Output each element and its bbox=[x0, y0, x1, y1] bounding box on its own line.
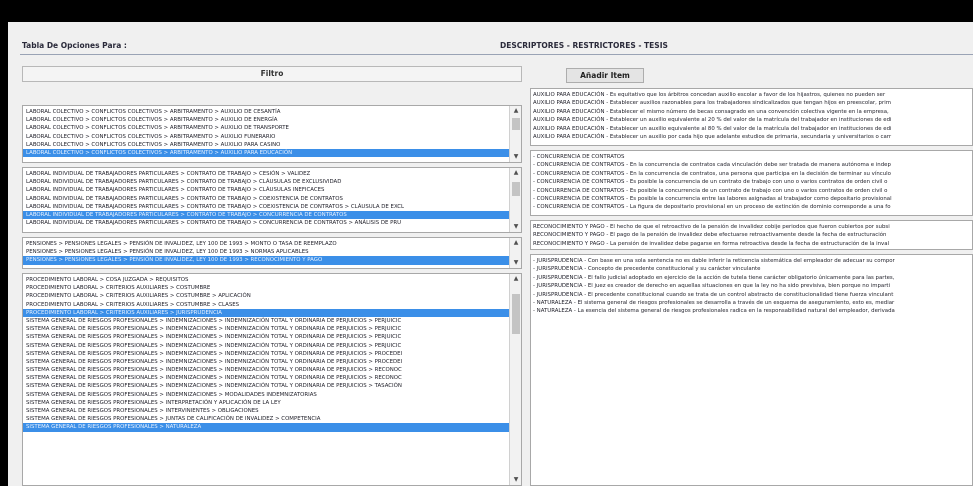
listbox-rows: AUXILIO PARA EDUCACIÓN - Es equitativo q… bbox=[533, 91, 972, 141]
filter-list-item[interactable]: PENSIONES > PENSIONES LEGALES > PENSIÓN … bbox=[23, 240, 509, 248]
descriptor-list-item[interactable]: - CONCURRENCIA DE CONTRATOS - La figura … bbox=[533, 203, 972, 211]
descriptor-list-item[interactable]: - CONCURRENCIA DE CONTRATOS bbox=[533, 153, 972, 161]
filter-list-item[interactable]: LABORAL COLECTIVO > CONFLICTOS COLECTIVO… bbox=[23, 108, 509, 116]
vertical-scrollbar[interactable]: ▲ ▼ bbox=[509, 106, 521, 162]
filter-list-item[interactable]: PROCEDIMIENTO LABORAL > COSA JUZGADA > R… bbox=[23, 276, 509, 284]
vertical-scrollbar[interactable]: ▲ ▼ bbox=[509, 238, 521, 268]
filter-list-item[interactable]: PROCEDIMIENTO LABORAL > CRITERIOS AUXILI… bbox=[23, 292, 509, 300]
descriptor-list-item[interactable]: - CONCURRENCIA DE CONTRATOS - Es posible… bbox=[533, 178, 972, 186]
filter-list-item[interactable]: LABORAL INDIVIDUAL DE TRABAJADORES PARTI… bbox=[23, 219, 509, 227]
scroll-thumb[interactable] bbox=[512, 294, 520, 334]
scroll-down-icon[interactable]: ▼ bbox=[510, 258, 521, 268]
scroll-down-icon[interactable]: ▼ bbox=[510, 222, 521, 232]
filter-list-item[interactable]: LABORAL COLECTIVO > CONFLICTOS COLECTIVO… bbox=[23, 141, 509, 149]
descriptor-list-item[interactable]: AUXILIO PARA EDUCACIÓN - Establecer un a… bbox=[533, 116, 972, 124]
descriptor-list-item[interactable]: RECONOCIMIENTO Y PAGO - La pensión de in… bbox=[533, 240, 972, 248]
descriptor-list-item[interactable]: - JURISPRUDENCIA - El precedente constit… bbox=[533, 291, 972, 299]
panel-gutter bbox=[522, 66, 530, 486]
scroll-up-icon[interactable]: ▲ bbox=[510, 274, 521, 284]
filter-list-item[interactable]: LABORAL INDIVIDUAL DE TRABAJADORES PARTI… bbox=[23, 178, 509, 186]
descriptors-title: DESCRIPTORES - RESTRICTORES - TESIS bbox=[500, 41, 668, 50]
scroll-thumb[interactable] bbox=[512, 118, 520, 130]
filter-list-item[interactable]: PROCEDIMIENTO LABORAL > CRITERIOS AUXILI… bbox=[23, 284, 509, 292]
filter-list-item[interactable]: SISTEMA GENERAL DE RIESGOS PROFESIONALES… bbox=[23, 382, 509, 390]
filter-list-item[interactable]: LABORAL INDIVIDUAL DE TRABAJADORES PARTI… bbox=[23, 210, 509, 220]
descriptor-listbox-jurisprudencia[interactable]: - JURISPRUDENCIA - Con base en una sola … bbox=[530, 254, 973, 486]
scroll-up-icon[interactable]: ▲ bbox=[510, 106, 521, 116]
descriptor-list-item[interactable]: - JURISPRUDENCIA - Concepto de precedent… bbox=[533, 265, 972, 273]
descriptors-panel: Añadir Item AUXILIO PARA EDUCACIÓN - Es … bbox=[530, 66, 973, 486]
descriptor-list-item[interactable]: AUXILIO PARA EDUCACIÓN - Es equitativo q… bbox=[533, 91, 972, 99]
scroll-down-icon[interactable]: ▼ bbox=[510, 475, 521, 485]
descriptor-list-item[interactable]: - NATURALEZA - El sistema general de rie… bbox=[533, 299, 972, 307]
vertical-scrollbar[interactable]: ▲ ▼ bbox=[509, 274, 521, 485]
filter-list-item[interactable]: PROCEDIMIENTO LABORAL > CRITERIOS AUXILI… bbox=[23, 308, 509, 317]
scroll-up-icon[interactable]: ▲ bbox=[510, 168, 521, 178]
filter-list-item[interactable]: LABORAL INDIVIDUAL DE TRABAJADORES PARTI… bbox=[23, 186, 509, 194]
filter-listbox-pensiones[interactable]: PENSIONES > PENSIONES LEGALES > PENSIÓN … bbox=[22, 237, 522, 269]
filter-heading: Filtro bbox=[22, 66, 522, 82]
descriptor-list-item[interactable]: - CONCURRENCIA DE CONTRATOS - Es posible… bbox=[533, 187, 972, 195]
descriptor-list-item[interactable]: - NATURALEZA - La esencia del sistema ge… bbox=[533, 307, 972, 315]
header-bar: Tabla De Opciones Para : DESCRIPTORES - … bbox=[8, 36, 973, 52]
filter-panel: Filtro LABORAL COLECTIVO > CONFLICTOS CO… bbox=[22, 66, 522, 486]
listbox-rows: LABORAL INDIVIDUAL DE TRABAJADORES PARTI… bbox=[23, 170, 509, 227]
filter-list-item[interactable]: LABORAL COLECTIVO > CONFLICTOS COLECTIVO… bbox=[23, 148, 509, 158]
descriptor-listbox-reconocimiento[interactable]: RECONOCIMIENTO Y PAGO - El hecho de que … bbox=[530, 220, 973, 250]
scroll-thumb[interactable] bbox=[512, 182, 520, 196]
scroll-down-icon[interactable]: ▼ bbox=[510, 152, 521, 162]
filter-list-item[interactable]: LABORAL COLECTIVO > CONFLICTOS COLECTIVO… bbox=[23, 124, 509, 132]
descriptor-list-item[interactable]: - JURISPRUDENCIA - Con base en una sola … bbox=[533, 257, 972, 265]
descriptor-list-item[interactable]: - JURISPRUDENCIA - El juez es creador de… bbox=[533, 282, 972, 290]
filter-list-item[interactable]: SISTEMA GENERAL DE RIESGOS PROFESIONALES… bbox=[23, 358, 509, 366]
vertical-scrollbar[interactable]: ▲ ▼ bbox=[509, 168, 521, 232]
filter-list-item[interactable]: LABORAL COLECTIVO > CONFLICTOS COLECTIVO… bbox=[23, 116, 509, 124]
listbox-rows: - JURISPRUDENCIA - Con base en una sola … bbox=[533, 257, 972, 316]
descriptor-list-item[interactable]: RECONOCIMIENTO Y PAGO - El hecho de que … bbox=[533, 223, 972, 231]
filter-list-item[interactable]: LABORAL INDIVIDUAL DE TRABAJADORES PARTI… bbox=[23, 195, 509, 203]
table-options-title: Tabla De Opciones Para : bbox=[22, 41, 127, 50]
header-divider bbox=[20, 54, 973, 55]
filter-list-item[interactable]: LABORAL COLECTIVO > CONFLICTOS COLECTIVO… bbox=[23, 133, 509, 141]
add-item-button[interactable]: Añadir Item bbox=[566, 68, 644, 83]
filter-list-item[interactable]: SISTEMA GENERAL DE RIESGOS PROFESIONALES… bbox=[23, 366, 509, 374]
listbox-rows: PENSIONES > PENSIONES LEGALES > PENSIÓN … bbox=[23, 240, 509, 265]
filter-list-item[interactable]: SISTEMA GENERAL DE RIESGOS PROFESIONALES… bbox=[23, 423, 509, 432]
descriptor-list-item[interactable]: - CONCURRENCIA DE CONTRATOS - En la conc… bbox=[533, 161, 972, 169]
listbox-rows: LABORAL COLECTIVO > CONFLICTOS COLECTIVO… bbox=[23, 108, 509, 158]
listbox-rows: RECONOCIMIENTO Y PAGO - El hecho de que … bbox=[533, 223, 972, 248]
descriptor-listbox-auxilio[interactable]: AUXILIO PARA EDUCACIÓN - Es equitativo q… bbox=[530, 88, 973, 146]
descriptor-list-item[interactable]: RECONOCIMIENTO Y PAGO - El pago de la pe… bbox=[533, 231, 972, 239]
listbox-rows: PROCEDIMIENTO LABORAL > COSA JUZGADA > R… bbox=[23, 276, 509, 432]
filter-list-item[interactable]: SISTEMA GENERAL DE RIESGOS PROFESIONALES… bbox=[23, 342, 509, 350]
filter-list-item[interactable]: LABORAL INDIVIDUAL DE TRABAJADORES PARTI… bbox=[23, 203, 509, 211]
listbox-rows: - CONCURRENCIA DE CONTRATOS - CONCURRENCI… bbox=[533, 153, 972, 212]
filter-list-item[interactable]: PROCEDIMIENTO LABORAL > CRITERIOS AUXILI… bbox=[23, 301, 509, 309]
filter-listbox-laboral-individual[interactable]: LABORAL INDIVIDUAL DE TRABAJADORES PARTI… bbox=[22, 167, 522, 233]
filter-list-item[interactable]: SISTEMA GENERAL DE RIESGOS PROFESIONALES… bbox=[23, 399, 509, 407]
filter-list-item[interactable]: SISTEMA GENERAL DE RIESGOS PROFESIONALES… bbox=[23, 407, 509, 415]
filter-list-item[interactable]: SISTEMA GENERAL DE RIESGOS PROFESIONALES… bbox=[23, 391, 509, 399]
descriptor-list-item[interactable]: AUXILIO PARA EDUCACIÓN - Establecer un a… bbox=[533, 125, 972, 133]
filter-list-item[interactable]: SISTEMA GENERAL DE RIESGOS PROFESIONALES… bbox=[23, 374, 509, 382]
descriptor-listbox-concurrencia[interactable]: - CONCURRENCIA DE CONTRATOS - CONCURRENCI… bbox=[530, 150, 973, 216]
filter-list-item[interactable]: SISTEMA GENERAL DE RIESGOS PROFESIONALES… bbox=[23, 350, 509, 358]
filter-list-item[interactable]: LABORAL INDIVIDUAL DE TRABAJADORES PARTI… bbox=[23, 170, 509, 178]
descriptor-list-item[interactable]: AUXILIO PARA EDUCACIÓN - Establecer el m… bbox=[533, 108, 972, 116]
descriptor-list-item[interactable]: - CONCURRENCIA DE CONTRATOS - Es posible… bbox=[533, 195, 972, 203]
filter-listbox-laboral-colectivo[interactable]: LABORAL COLECTIVO > CONFLICTOS COLECTIVO… bbox=[22, 105, 522, 163]
filter-list-item[interactable]: SISTEMA GENERAL DE RIESGOS PROFESIONALES… bbox=[23, 317, 509, 325]
scroll-up-icon[interactable]: ▲ bbox=[510, 238, 521, 248]
filter-list-item[interactable]: PENSIONES > PENSIONES LEGALES > PENSIÓN … bbox=[23, 256, 509, 265]
filter-list-item[interactable]: SISTEMA GENERAL DE RIESGOS PROFESIONALES… bbox=[23, 325, 509, 333]
descriptor-list-item[interactable]: - JURISPRUDENCIA - El fallo judicial ado… bbox=[533, 274, 972, 282]
descriptor-list-item[interactable]: AUXILIO PARA EDUCACIÓN - Establecer un a… bbox=[533, 133, 972, 141]
filter-list-item[interactable]: SISTEMA GENERAL DE RIESGOS PROFESIONALES… bbox=[23, 333, 509, 341]
descriptor-list-item[interactable]: AUXILIO PARA EDUCACIÓN - Establecer auxi… bbox=[533, 99, 972, 107]
app-window: Tabla De Opciones Para : DESCRIPTORES - … bbox=[8, 22, 973, 486]
filter-listbox-procedimiento-riesgos[interactable]: PROCEDIMIENTO LABORAL > COSA JUZGADA > R… bbox=[22, 273, 522, 486]
filter-list-item[interactable]: SISTEMA GENERAL DE RIESGOS PROFESIONALES… bbox=[23, 415, 509, 423]
descriptor-list-item[interactable]: - CONCURRENCIA DE CONTRATOS - En la conc… bbox=[533, 170, 972, 178]
filter-list-item[interactable]: PENSIONES > PENSIONES LEGALES > PENSIÓN … bbox=[23, 248, 509, 256]
